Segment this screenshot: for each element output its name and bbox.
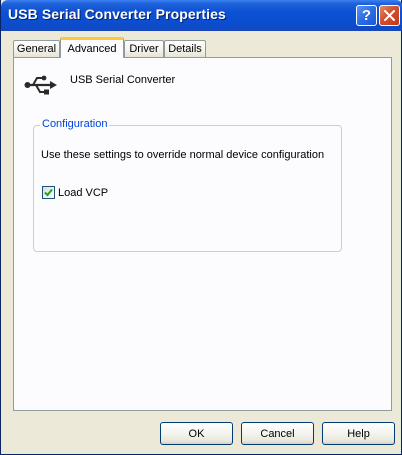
tab-label: Details	[168, 43, 202, 55]
checkmark-icon	[44, 188, 53, 197]
close-button[interactable]	[379, 5, 400, 26]
tab-details[interactable]: Details	[164, 40, 206, 57]
advanced-tab-panel: USB Serial Converter Configuration Use t…	[13, 57, 392, 411]
groupbox-title: Configuration	[40, 118, 110, 130]
close-icon	[384, 10, 395, 21]
tab-advanced[interactable]: Advanced	[60, 37, 124, 58]
ok-button[interactable]: OK	[160, 422, 233, 445]
tab-label: Driver	[129, 43, 159, 55]
help-title-button[interactable]: ?	[356, 5, 377, 26]
tab-driver[interactable]: Driver	[124, 40, 164, 57]
configuration-groupbox: Configuration Use these settings to over…	[33, 118, 342, 252]
device-name: USB Serial Converter	[70, 74, 176, 86]
properties-dialog: USB Serial Converter Properties ? Genera…	[0, 0, 402, 455]
title-bar[interactable]: USB Serial Converter Properties ?	[1, 0, 402, 31]
load-vcp-checkbox[interactable]	[42, 186, 55, 199]
load-vcp-label[interactable]: Load VCP	[58, 187, 108, 199]
tab-label: Advanced	[67, 43, 117, 55]
tab-general[interactable]: General	[13, 40, 60, 57]
window-title: USB Serial Converter Properties	[8, 6, 226, 22]
tab-label: General	[16, 43, 57, 55]
usb-icon	[24, 75, 57, 95]
cancel-button[interactable]: Cancel	[241, 422, 314, 445]
help-button[interactable]: Help	[322, 422, 395, 445]
configuration-description: Use these settings to override normal de…	[41, 149, 325, 161]
help-icon: ?	[361, 7, 372, 24]
load-vcp-option[interactable]: Load VCP	[42, 186, 108, 199]
